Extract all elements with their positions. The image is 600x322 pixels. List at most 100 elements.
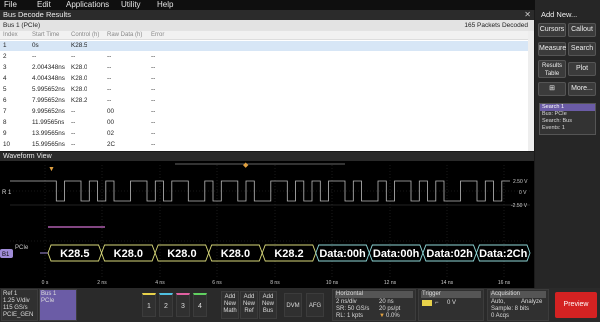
waveform-view: Waveform View ◆ ▼ K28.5 K28.0 K28.0 K28.0 K2… — [0, 152, 534, 288]
plot-button[interactable]: Plot — [568, 62, 596, 76]
table-row[interactable]: 1 0s K28.5 — [0, 41, 528, 51]
table-cell: 7 — [3, 108, 7, 115]
settings-bar: Ref 1 1.25 V/div 115 GS/s PCIE_GEN Bus 1… — [0, 288, 600, 322]
bus1-badge[interactable]: Bus 1 PCIe — [39, 289, 77, 321]
col-raw-data[interactable]: Raw Data (h) — [107, 31, 142, 40]
add-new-bus-button[interactable]: Add New Bus — [259, 291, 277, 319]
table-row[interactable]: 6 7.995652ns K28.2 -- -- — [0, 96, 528, 106]
table-cell: 02 — [107, 130, 115, 137]
table-row[interactable]: 5 5.995652ns K28.0 -- -- — [0, 85, 528, 95]
record-length: RL: 1 kpts — [336, 313, 364, 319]
table-row[interactable]: 4 4.004348ns K28.0 -- -- — [0, 74, 528, 84]
add-ref-line2: New — [242, 301, 255, 307]
add-new-ref-button[interactable]: Add New Ref — [240, 291, 258, 319]
horizontal-badge[interactable]: Horizontal 2 ns/div 20 ns SR: 50 GS/s 20… — [332, 289, 416, 321]
measure-button[interactable]: Measure — [538, 42, 566, 56]
ch1-button[interactable]: 1 — [142, 293, 156, 317]
table-row[interactable]: 7 9.995652ns -- 00 -- — [0, 107, 528, 117]
col-control[interactable]: Control (h) — [71, 31, 99, 40]
table-cell: K28.0 — [71, 75, 88, 82]
bus-packet-label: K28.0 — [167, 248, 196, 260]
ch4-button[interactable]: 4 — [193, 293, 207, 317]
horizontal-scale: 2 ns/div — [336, 299, 357, 305]
table-cell: 5.995652ns — [32, 86, 65, 93]
bus-b1-label[interactable]: B1 — [2, 252, 10, 258]
afg-button[interactable]: AFG — [306, 293, 324, 317]
table-cell: -- — [151, 130, 156, 137]
time-tick-label: 6 ns — [212, 280, 222, 286]
table-row[interactable]: 9 13.99565ns -- 02 -- — [0, 129, 528, 139]
ref1-badge[interactable]: Ref 1 1.25 V/div 115 GS/s PCIE_GEN — [1, 289, 38, 321]
time-tick-label: 2 ns — [97, 280, 107, 286]
table-cell: -- — [151, 141, 156, 148]
add-bus-line1: Add — [262, 294, 274, 300]
table-row[interactable]: 3 2.004348ns K28.0 -- -- — [0, 63, 528, 73]
waveform-plot[interactable]: ◆ ▼ K28.5 K28.0 K28.0 K28.0 K28.2 Data:00h Dat… — [0, 161, 534, 288]
table-cell: -- — [151, 119, 156, 126]
bus-packet-label: Data:02h — [426, 248, 473, 260]
table-cell: -- — [151, 108, 156, 115]
table-cell: 5 — [3, 86, 7, 93]
table-cell: -- — [151, 97, 156, 104]
bus-packet-label: K28.5 — [60, 248, 89, 260]
preview-button[interactable]: Preview — [555, 292, 597, 318]
table-cell: 13.99565ns — [32, 130, 65, 137]
ch2-button[interactable]: 2 — [159, 293, 173, 317]
table-cell: -- — [151, 53, 156, 60]
trigger-badge[interactable]: Trigger ⌐ 0 V — [418, 289, 484, 321]
acquisition-badge[interactable]: Acquisition Auto, Analyze Sample: 8 bits… — [487, 289, 549, 321]
table-cell: 11.99565ns — [32, 119, 65, 126]
search-button[interactable]: Search — [568, 42, 596, 56]
menu-file[interactable]: File — [4, 0, 17, 10]
trigger-title: Trigger — [421, 291, 481, 298]
scrollbar[interactable] — [528, 31, 534, 151]
table-cell: -- — [71, 108, 76, 115]
table-cell: K28.2 — [71, 97, 88, 104]
results-table-button[interactable]: Results Table — [538, 60, 566, 78]
table-cell: -- — [107, 53, 112, 60]
bus1-title: Bus 1 — [41, 291, 57, 297]
col-error[interactable]: Error — [151, 31, 164, 40]
bus-tab[interactable]: Bus 1 (PCIe) — [3, 20, 40, 31]
add-new-title: Add New... — [541, 10, 578, 19]
close-icon[interactable]: ✕ — [524, 10, 531, 20]
ch3-button[interactable]: 3 — [176, 293, 190, 317]
resolution: 20 ps/pt — [379, 306, 401, 312]
callout-button[interactable]: Callout — [568, 23, 596, 37]
table-row[interactable]: 8 11.99565ns -- 00 -- — [0, 118, 528, 128]
col-start-time[interactable]: Start Time — [32, 31, 59, 40]
bus-packet-label: Data:00h — [319, 248, 366, 260]
table-cell: 7.995652ns — [32, 97, 65, 104]
more-button[interactable]: More... — [568, 82, 596, 96]
table-cell: 0s — [32, 42, 39, 49]
table-cell: K28.5 — [71, 42, 88, 49]
table-cell: -- — [151, 75, 156, 82]
search-badge[interactable]: Search 1 Bus: PCIe Search: Bus Events: 1 — [539, 103, 596, 135]
menu-utility[interactable]: Utility — [121, 0, 141, 10]
ref1-title: Ref 1 — [3, 291, 18, 297]
col-index[interactable]: Index — [3, 31, 18, 40]
trigger-position-icon[interactable]: ◆ — [243, 162, 249, 169]
table-cell: -- — [107, 97, 112, 104]
cursors-button[interactable]: Cursors — [538, 23, 566, 37]
bus-decode-track[interactable]: K28.5 K28.0 K28.0 K28.0 K28.2 Data:00h Data:00… — [47, 244, 531, 262]
results-title: Bus Decode Results — [0, 10, 534, 20]
menu-help[interactable]: Help — [157, 0, 173, 10]
ch-ref1-label[interactable]: R 1 — [2, 190, 12, 196]
table-cell: 1 — [3, 42, 7, 49]
dvm-button[interactable]: DVM — [284, 293, 302, 317]
add-new-math-button[interactable]: Add New Math — [221, 291, 239, 319]
time-tick-label: 4 ns — [155, 280, 165, 286]
table-row[interactable]: 10 15.99565ns -- 2C -- — [0, 140, 528, 150]
bus-packet-label: K28.0 — [221, 248, 250, 260]
table-row[interactable]: 2 -- -- -- -- — [0, 52, 528, 62]
volt-label-bottom: -2.50 V — [511, 203, 528, 209]
time-tick-label: 0 s — [42, 280, 49, 286]
menu-applications[interactable]: Applications — [66, 0, 109, 10]
histogram-icon[interactable]: ⊞ — [538, 82, 566, 96]
search-type-line: Search: Bus — [542, 118, 572, 124]
time-axis: 0 s 2 ns 4 ns 6 ns 8 ns 10 ns 12 ns 14 ns 16 ns — [42, 280, 511, 286]
table-cell: 8 — [3, 119, 7, 126]
menu-edit[interactable]: Edit — [37, 0, 51, 10]
table-cell: 2.004348ns — [32, 64, 65, 71]
